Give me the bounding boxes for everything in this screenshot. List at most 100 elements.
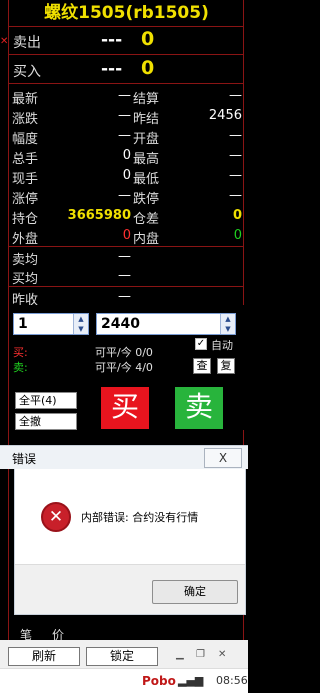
field-value: 0 [122,168,131,183]
dialog-footer: 确定 [15,564,245,614]
dialog-title: 错误 [12,452,37,466]
field-value: — [118,128,131,143]
avg-value: — [118,268,131,283]
error-icon: ✕ [41,502,71,532]
down-arrow-icon[interactable]: ▼ [74,324,88,334]
quantity-value: 1 [18,316,28,332]
price-stepper[interactable]: 2440 ▲ ▼ [96,313,236,335]
field-label: 仓差 [133,212,160,227]
sell-quote-row[interactable]: 卖出 --- 0 [9,27,244,55]
inner-volume-value: 0 [233,228,242,243]
buy-available: 可平/今 0/0 [95,346,153,359]
bottom-toolbar: 刷新 锁定 ▁ ❐ ✕ [0,640,248,668]
price-arrows[interactable]: ▲ ▼ [220,314,235,334]
query-button[interactable]: 查 [193,358,211,374]
outer-volume-value: 0 [122,228,131,243]
field-label: 外盘 [12,232,39,247]
sell-quote-price: 0 [141,28,155,50]
sell-quote-volume: --- [101,30,123,50]
buy-quote-price: 0 [141,57,155,79]
field-row: 持仓 3665980 仓差 0 [9,206,244,227]
avg-label: 买均 [12,272,39,287]
auto-label: 自动 [211,339,233,352]
contract-title: 螺纹1505(rb1505) [44,3,209,23]
close-all-button[interactable]: 全平(4) [15,392,77,409]
field-row: 涨跌 — 昨结 2456 [9,106,244,127]
field-row: 总手 0 最高 — [9,146,244,167]
field-label: 最高 [133,152,160,167]
sell-side-label: 卖: [13,361,28,374]
open-interest-value: 3665980 [67,208,131,223]
field-label: 结算 [133,92,160,107]
auto-checkbox[interactable]: ✓ [195,338,207,350]
field-label: 持仓 [12,212,39,227]
footer-tab-ticks[interactable]: 笔 [20,626,32,642]
field-label: 幅度 [12,132,39,147]
brand-logo: Pobo [142,674,176,688]
oi-change-value: 0 [232,208,242,223]
side-close-icon[interactable]: ✕ [0,36,8,47]
buy-side-label: 买: [13,346,28,359]
field-value: — [229,148,242,163]
error-message: 内部错误: 合约没有行情 [81,511,199,524]
sell-quote-label: 卖出 [13,35,41,51]
sell-button[interactable]: 卖 [175,387,223,429]
field-value: — [229,188,242,203]
field-label: 总手 [12,152,39,167]
field-row: 涨停 — 跌停 — [9,186,244,207]
up-arrow-icon[interactable]: ▲ [221,314,235,324]
error-dialog: ✕ 内部错误: 合约没有行情 确定 [14,469,246,615]
close-icon[interactable]: ✕ [218,649,231,660]
field-row: 现手 0 最低 — [9,166,244,187]
field-value: — [118,108,131,123]
sell-available: 可平/今 4/0 [95,361,153,374]
buy-button[interactable]: 买 [101,387,149,429]
quantity-arrows[interactable]: ▲ ▼ [73,314,88,334]
field-label: 现手 [12,172,39,187]
refresh-button[interactable]: 刷新 [8,647,80,666]
lock-button[interactable]: 锁定 [86,647,158,666]
repeat-button[interactable]: 复 [217,358,235,374]
buy-quote-label: 买入 [13,64,41,80]
field-label: 跌停 [133,192,160,207]
avg-row: 买均 — [9,266,244,287]
field-label: 昨结 [133,112,160,127]
field-value: — [229,168,242,183]
field-row: 外盘 0 内盘 0 [9,226,244,247]
avg-value: — [118,249,131,264]
avg-row: 卖均 — [9,247,244,268]
error-dialog-titlebar: 错误 X [0,445,248,469]
field-value: — [118,188,131,203]
field-value: 2456 [208,108,242,123]
field-row: 幅度 — 开盘 — [9,126,244,147]
cancel-all-button[interactable]: 全撤 [15,413,77,430]
field-label: 内盘 [133,232,160,247]
avg-row: 昨收 — [9,287,244,308]
field-value: — [229,128,242,143]
down-arrow-icon[interactable]: ▼ [221,324,235,334]
clock: 08:56 [216,674,248,687]
field-value: 0 [122,148,131,163]
restore-icon[interactable]: ❐ [196,649,209,660]
signal-icon: ▂▄▆ [178,674,204,687]
field-value: — [118,88,131,103]
footer-tab-price[interactable]: 价 [52,626,64,642]
avg-value: — [118,289,131,304]
quantity-stepper[interactable]: 1 ▲ ▼ [13,313,89,335]
taskbar: Pobo ▂▄▆ 08:56 [0,668,248,693]
up-arrow-icon[interactable]: ▲ [74,314,88,324]
field-label: 最新 [12,92,39,107]
field-label: 涨停 [12,192,39,207]
buy-quote-volume: --- [101,59,123,79]
buy-quote-row[interactable]: 买入 --- 0 [9,56,244,84]
ok-button[interactable]: 确定 [152,580,238,604]
field-label: 最低 [133,172,160,187]
field-row: 最新 — 结算 — [9,86,244,107]
field-label: 开盘 [133,132,160,147]
price-value: 2440 [101,316,140,332]
order-panel: 1 ▲ ▼ 2440 ▲ ▼ 买: 卖: 可平/今 0/0 可平/今 4/0 ✓ 自… [9,305,244,430]
field-value: — [229,88,242,103]
minimize-icon[interactable]: ▁ [176,649,189,660]
field-label: 涨跌 [12,112,39,127]
dialog-close-button[interactable]: X [204,448,242,468]
